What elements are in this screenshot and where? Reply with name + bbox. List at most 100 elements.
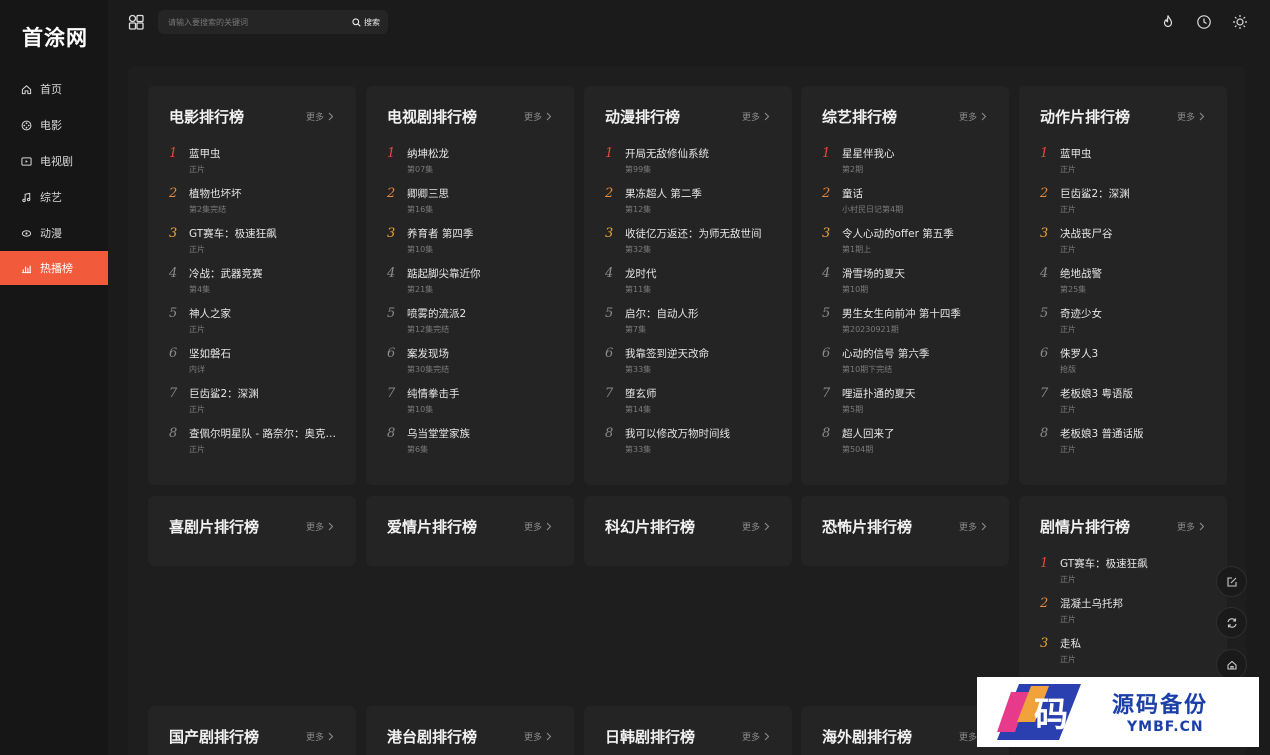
ranking-item[interactable]: 1 纳坤松龙 第07集: [387, 146, 567, 182]
ranking-item[interactable]: 3 决战丧尸谷 正片: [1040, 226, 1220, 262]
ranking-item[interactable]: 6 侏罗人3 抢版: [1040, 346, 1220, 382]
nav-item-movie[interactable]: 电影: [0, 108, 108, 142]
ranking-item[interactable]: 4 绝地战警 第25集: [1040, 266, 1220, 302]
item-title[interactable]: 蓝甲虫: [1060, 146, 1210, 161]
item-title[interactable]: 冷战：武器竞赛: [189, 266, 339, 281]
more-link[interactable]: 更多: [306, 110, 334, 123]
item-title[interactable]: 纯情拳击手: [407, 386, 557, 401]
item-title[interactable]: 卿卿三思: [407, 186, 557, 201]
nav-item-hot-ranking[interactable]: 热播榜: [0, 251, 108, 285]
ranking-item[interactable]: 3 走私 正片: [1040, 636, 1220, 672]
ranking-item[interactable]: 4 龙时代 第11集: [605, 266, 785, 302]
ranking-item[interactable]: 2 童话 小村民日记第4期: [822, 186, 1002, 222]
item-title[interactable]: 案发现场: [407, 346, 557, 361]
ranking-item[interactable]: 6 案发现场 第30集完结: [387, 346, 567, 382]
ranking-item[interactable]: 1 星星伴我心 第2期: [822, 146, 1002, 182]
nav-item-anime[interactable]: 动漫: [0, 216, 108, 250]
item-title[interactable]: 启尔：自动人形: [625, 306, 775, 321]
ranking-item[interactable]: 3 GT赛车：极速狂飙 正片: [169, 226, 349, 262]
item-title[interactable]: 坚如磐石: [189, 346, 339, 361]
home-button[interactable]: [1216, 649, 1247, 680]
ranking-item[interactable]: 7 老板娘3 粤语版 正片: [1040, 386, 1220, 422]
ranking-item[interactable]: 1 开局无敌修仙系统 第99集: [605, 146, 785, 182]
item-title[interactable]: 查佩尔明星队 - 路奈尔：奥克…: [189, 426, 339, 441]
ranking-item[interactable]: 8 查佩尔明星队 - 路奈尔：奥克… 正片: [169, 426, 349, 462]
more-link[interactable]: 更多: [742, 520, 770, 533]
ranking-item[interactable]: 5 男生女生向前冲 第十四季 第20230921期: [822, 306, 1002, 342]
item-title[interactable]: 令人心动的offer 第五季: [842, 226, 992, 241]
item-title[interactable]: 绝地战警: [1060, 266, 1210, 281]
item-title[interactable]: 喷雾的流派2: [407, 306, 557, 321]
ranking-item[interactable]: 8 乌当堂堂家族 第6集: [387, 426, 567, 462]
feedback-edit-button[interactable]: [1216, 566, 1247, 597]
item-title[interactable]: 侏罗人3: [1060, 346, 1210, 361]
hot-fire-icon[interactable]: [1160, 14, 1176, 30]
nav-item-tv[interactable]: 电视剧: [0, 144, 108, 178]
ranking-item[interactable]: 2 果冻超人 第二季 第12集: [605, 186, 785, 222]
more-link[interactable]: 更多: [959, 520, 987, 533]
item-title[interactable]: GT赛车：极速狂飙: [189, 226, 339, 241]
search-button[interactable]: 搜索: [352, 14, 380, 30]
item-title[interactable]: 心动的信号 第六季: [842, 346, 992, 361]
item-title[interactable]: 老板娘3 普通话版: [1060, 426, 1210, 441]
item-title[interactable]: 决战丧尸谷: [1060, 226, 1210, 241]
item-title[interactable]: 养育者 第四季: [407, 226, 557, 241]
ranking-item[interactable]: 5 启尔：自动人形 第7集: [605, 306, 785, 342]
item-title[interactable]: 超人回来了: [842, 426, 992, 441]
item-title[interactable]: 神人之家: [189, 306, 339, 321]
ranking-item[interactable]: 3 养育者 第四季 第10集: [387, 226, 567, 262]
ranking-item[interactable]: 4 滑雪场的夏天 第10期: [822, 266, 1002, 302]
item-title[interactable]: 龙时代: [625, 266, 775, 281]
ranking-item[interactable]: 2 卿卿三思 第16集: [387, 186, 567, 222]
history-clock-icon[interactable]: [1196, 14, 1212, 30]
category-grid-icon[interactable]: [128, 14, 144, 30]
item-title[interactable]: 果冻超人 第二季: [625, 186, 775, 201]
item-title[interactable]: 滑雪场的夏天: [842, 266, 992, 281]
nav-item-home[interactable]: 首页: [0, 72, 108, 106]
ranking-item[interactable]: 6 心动的信号 第六季 第10期下完结: [822, 346, 1002, 382]
more-link[interactable]: 更多: [959, 110, 987, 123]
ranking-item[interactable]: 3 收徒亿万返还：为师无敌世间 第32集: [605, 226, 785, 262]
more-link[interactable]: 更多: [524, 110, 552, 123]
ranking-item[interactable]: 6 坚如磐石 内详: [169, 346, 349, 382]
item-title[interactable]: 奇迹少女: [1060, 306, 1210, 321]
ranking-item[interactable]: 5 神人之家 正片: [169, 306, 349, 342]
more-link[interactable]: 更多: [1177, 520, 1205, 533]
item-title[interactable]: 我可以修改万物时间线: [625, 426, 775, 441]
ranking-item[interactable]: 1 蓝甲虫 正片: [1040, 146, 1220, 182]
item-title[interactable]: GT赛车：极速狂飙: [1060, 556, 1210, 571]
ranking-item[interactable]: 5 奇迹少女 正片: [1040, 306, 1220, 342]
item-title[interactable]: 收徒亿万返还：为师无敌世间: [625, 226, 775, 241]
ranking-item[interactable]: 8 我可以修改万物时间线 第33集: [605, 426, 785, 462]
more-link[interactable]: 更多: [524, 520, 552, 533]
ranking-item[interactable]: 6 我靠签到逆天改命 第33集: [605, 346, 785, 382]
item-title[interactable]: 走私: [1060, 636, 1210, 651]
theme-sun-icon[interactable]: [1232, 14, 1248, 30]
ranking-item[interactable]: 7 哩逼扑通的夏天 第5期: [822, 386, 1002, 422]
item-title[interactable]: 植物也坏坏: [189, 186, 339, 201]
ranking-item[interactable]: 7 巨齿鲨2：深渊 正片: [169, 386, 349, 422]
ranking-item[interactable]: 8 老板娘3 普通话版 正片: [1040, 426, 1220, 462]
item-title[interactable]: 我靠签到逆天改命: [625, 346, 775, 361]
ranking-item[interactable]: 7 堕玄师 第14集: [605, 386, 785, 422]
more-link[interactable]: 更多: [306, 520, 334, 533]
item-title[interactable]: 巨齿鲨2：深渊: [189, 386, 339, 401]
ranking-item[interactable]: 5 喷雾的流派2 第12集完结: [387, 306, 567, 342]
ranking-item[interactable]: 7 纯情拳击手 第10集: [387, 386, 567, 422]
item-title[interactable]: 哩逼扑通的夏天: [842, 386, 992, 401]
ranking-item[interactable]: 4 踮起脚尖靠近你 第21集: [387, 266, 567, 302]
ranking-item[interactable]: 4 冷战：武器竞赛 第4集: [169, 266, 349, 302]
item-title[interactable]: 堕玄师: [625, 386, 775, 401]
ranking-item[interactable]: 3 令人心动的offer 第五季 第1期上: [822, 226, 1002, 262]
item-title[interactable]: 巨齿鲨2：深渊: [1060, 186, 1210, 201]
more-link[interactable]: 更多: [524, 730, 552, 743]
refresh-button[interactable]: [1216, 607, 1247, 638]
more-link[interactable]: 更多: [306, 730, 334, 743]
site-logo[interactable]: 首涂网: [22, 22, 88, 52]
item-title[interactable]: 星星伴我心: [842, 146, 992, 161]
more-link[interactable]: 更多: [742, 110, 770, 123]
ranking-item[interactable]: 1 GT赛车：极速狂飙 正片: [1040, 556, 1220, 592]
item-title[interactable]: 蓝甲虫: [189, 146, 339, 161]
item-title[interactable]: 踮起脚尖靠近你: [407, 266, 557, 281]
item-title[interactable]: 开局无敌修仙系统: [625, 146, 775, 161]
